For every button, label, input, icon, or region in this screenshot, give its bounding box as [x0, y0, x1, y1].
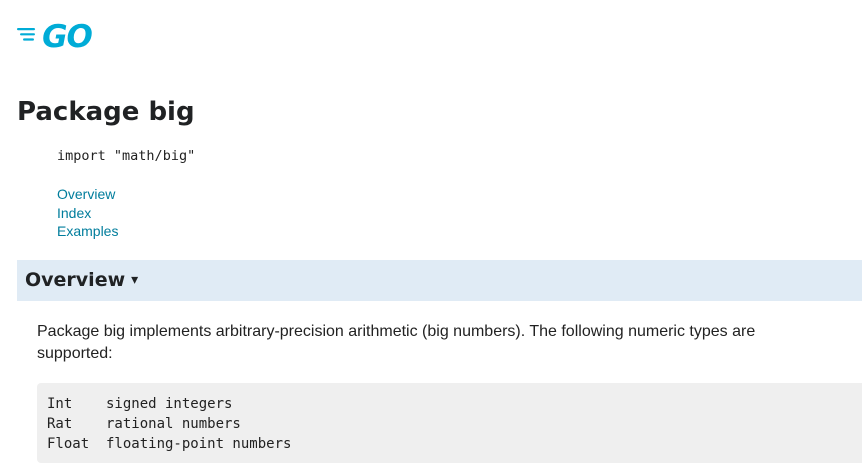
type-description: floating-point numbers — [106, 436, 292, 452]
type-description: rational numbers — [106, 416, 241, 432]
toc-item: Examples — [57, 222, 118, 241]
import-path: "math/big" — [113, 148, 196, 164]
caret-down-icon: ▾ — [131, 272, 139, 288]
table-row: Float floating-point numbers — [47, 434, 291, 454]
table-row: Int signed integers — [47, 394, 291, 414]
page: GO Package big import "math/big" Overvie… — [0, 0, 862, 466]
page-title: Package big — [17, 97, 195, 127]
import-keyword: import — [57, 148, 106, 164]
import-statement: import "math/big" — [57, 147, 195, 165]
svg-text:GO: GO — [42, 19, 92, 52]
toc-item: Index — [57, 204, 118, 223]
package-description: Package big implements arbitrary-precisi… — [37, 323, 756, 362]
type-name: Rat — [47, 416, 73, 432]
go-logo-icon[interactable]: GO — [17, 18, 101, 52]
toc-link-overview[interactable]: Overview — [57, 186, 115, 202]
numeric-types-code-block: Int signed integers Rat rational numbers… — [37, 383, 862, 463]
toc-link-index[interactable]: Index — [57, 205, 91, 221]
overview-heading: Overview ▾ — [25, 260, 138, 303]
numeric-types-table: Int signed integers Rat rational numbers… — [47, 394, 291, 454]
table-row: Rat rational numbers — [47, 414, 291, 434]
toc-item: Overview — [57, 185, 118, 204]
type-name: Int — [47, 396, 73, 412]
overview-toggle[interactable]: Overview ▾ — [17, 260, 862, 301]
table-of-contents: Overview Index Examples — [57, 185, 118, 241]
overview-heading-label: Overview — [25, 269, 126, 291]
toc-link-examples[interactable]: Examples — [57, 223, 118, 239]
type-description: signed integers — [106, 396, 233, 412]
type-name: Float — [47, 436, 90, 452]
